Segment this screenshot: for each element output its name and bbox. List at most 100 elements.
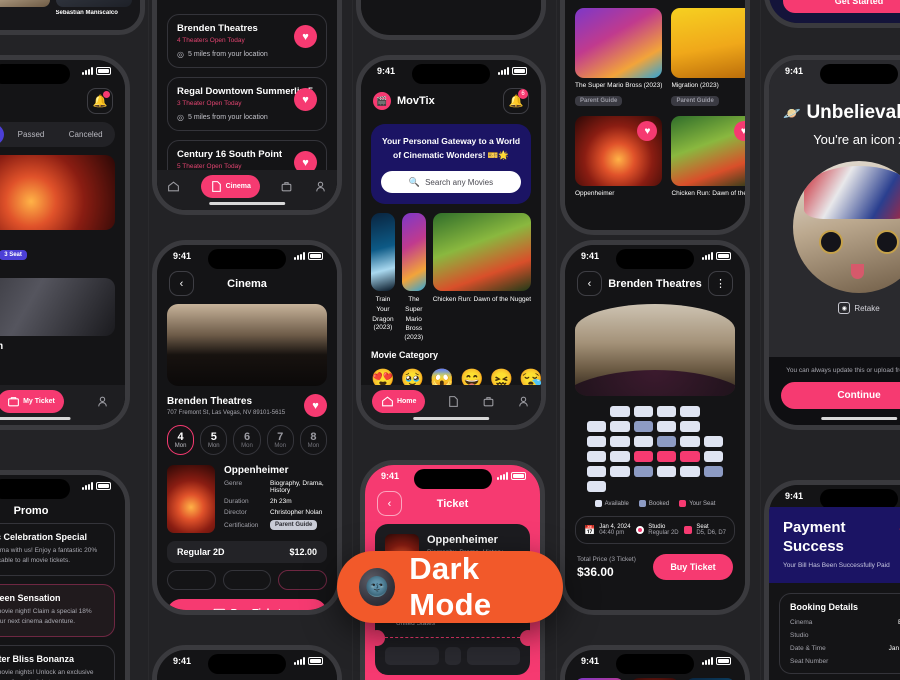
nav-profile[interactable] [96, 395, 109, 408]
seat-map[interactable] [565, 396, 745, 492]
nav-bag[interactable] [482, 395, 495, 408]
seat-available[interactable] [680, 406, 700, 417]
grid-movie-item[interactable]: The Super Mario Bross (2023) Parent Guid… [575, 8, 663, 107]
info-value: D5, D6, D7 [696, 530, 726, 536]
tab-passed[interactable]: Passed [4, 124, 59, 145]
format-row[interactable]: Regular 2D $12.00 [167, 541, 327, 563]
continue-label: Continue [837, 390, 881, 401]
field-value: Christopher Nolan [270, 509, 323, 516]
seat-available[interactable] [587, 421, 607, 432]
movie-item[interactable]: Train Your Dragon (2023) [371, 213, 395, 341]
seat-available[interactable] [680, 466, 700, 477]
seat-selected[interactable] [633, 451, 653, 462]
seat-available[interactable] [680, 421, 700, 432]
seat-available[interactable] [610, 421, 630, 432]
search-input[interactable]: 🔍 Search any Movies [381, 171, 521, 194]
seat-available[interactable] [587, 481, 607, 492]
legend-label: Booked [648, 500, 670, 507]
continue-button[interactable]: Continue [781, 382, 900, 409]
get-started-button[interactable]: Get Started [783, 0, 900, 13]
parent-guide-badge[interactable]: Parent Guide [575, 96, 623, 106]
seat-available[interactable] [587, 436, 607, 447]
seat-available[interactable] [610, 466, 630, 477]
showtime-option[interactable] [222, 570, 272, 590]
parent-guide-badge[interactable]: Parent Guide [671, 96, 719, 106]
info-value: 04:40 pm [599, 530, 625, 536]
notification-button[interactable]: 🔔 [87, 88, 113, 114]
moon-icon: 🌚 [359, 568, 396, 606]
favorite-button[interactable]: ♥ [294, 88, 317, 111]
phone-home: 9:41 🎬 MovTix 🔔 6 Your Personal Gateway … [356, 55, 546, 430]
ticket-tabs[interactable]: Ongoing Passed Canceled [0, 122, 115, 147]
legend-swatch-booked [638, 500, 646, 507]
seat-booked [703, 466, 723, 477]
nav-cinema[interactable] [447, 395, 460, 408]
nav-home[interactable] [167, 180, 180, 193]
date-option[interactable]: 4 Mon [167, 425, 195, 455]
tab-canceled[interactable]: Canceled [58, 124, 113, 145]
seat-available[interactable] [633, 436, 653, 447]
theatre-card[interactable]: Brenden Theatres 4 Theaters Open Today ◎… [167, 14, 327, 68]
seat-available[interactable] [657, 466, 677, 477]
date-selector[interactable]: 4 Mon 5 Mon 6 Mon 7 Mon 8 Mon [157, 417, 337, 455]
parent-guide-badge[interactable]: Parent Guide [270, 520, 318, 530]
nav-profile[interactable] [517, 395, 530, 408]
showtime-option[interactable] [167, 570, 216, 590]
favorite-button[interactable]: ♥ [304, 394, 327, 417]
buy-ticket-button[interactable]: 🎟 Buy Ticket [167, 599, 327, 610]
seat-available[interactable] [703, 451, 723, 462]
grid-movie-item[interactable]: ♥ Oppenheimer [575, 116, 663, 197]
dark-mode-badge[interactable]: 🌚 Dark Mode [337, 551, 563, 623]
seat-available[interactable] [703, 436, 723, 447]
date-day: 8 [310, 431, 317, 443]
page-title: Ticket [436, 497, 469, 510]
date-option[interactable]: 6 Mon [233, 425, 261, 455]
nav-my-ticket[interactable]: My Ticket [0, 389, 64, 413]
seat-available[interactable] [657, 406, 677, 417]
seat-available[interactable] [610, 451, 630, 462]
movie-title: The Super Mario Bross (2023) [575, 82, 663, 89]
promo-card[interactable]: Blockbuster Bliss Bonanza Elevate your m… [0, 644, 115, 680]
nav-bag[interactable] [280, 180, 293, 193]
nav-profile[interactable] [314, 180, 327, 193]
movie-title: The Super Mario Bross [405, 296, 423, 333]
buy-ticket-button[interactable]: Buy Ticket [653, 554, 733, 580]
seat-available[interactable] [680, 436, 700, 447]
status-time: 9:41 [173, 656, 192, 666]
row-label: Studio [790, 631, 809, 639]
seat-available[interactable] [587, 466, 607, 477]
promo-card[interactable]: Cinematic Celebration Special Celebrate … [0, 523, 115, 576]
favorite-button[interactable]: ♥ [294, 25, 317, 48]
seat-selected[interactable] [680, 451, 700, 462]
movie-item[interactable]: The Super Mario Bross (2023) [401, 213, 426, 341]
back-button[interactable]: ‹ [169, 271, 194, 296]
more-options-button[interactable]: ⋮ [708, 271, 733, 296]
grid-movie-item[interactable]: Migration (2023) Parent Guide [671, 8, 745, 107]
nav-cinema[interactable]: Cinema [200, 174, 260, 198]
retake-button[interactable]: ◉ Retake [769, 302, 900, 314]
back-button[interactable]: ‹ [377, 491, 402, 516]
seat-available[interactable] [610, 406, 630, 417]
notification-button[interactable]: 🔔 6 [503, 88, 529, 114]
seat-available[interactable] [587, 451, 607, 462]
theatre-card[interactable]: Regal Downtown Summerlin 5 3 Theater Ope… [167, 77, 327, 131]
date-dow: Mon [241, 443, 253, 449]
movie-item[interactable]: Chicken Run: Dawn of the Nugget [432, 213, 531, 341]
grid-movie-item[interactable]: ♥ Chicken Run: Dawn of the N... [671, 116, 745, 197]
seat-available[interactable] [610, 436, 630, 447]
ticket-card[interactable]: ...heimer 4, 2024 • 19:30 3 Seat ...en T… [0, 155, 115, 270]
date-day: 5 [210, 431, 217, 443]
seat-selected[interactable] [657, 451, 677, 462]
now-showing-list[interactable]: Train Your Dragon (2023) The Super Mario… [361, 204, 541, 341]
back-button[interactable]: ‹ [577, 271, 602, 296]
promo-card[interactable]: Silver Screen Sensation Elevate your mov… [0, 583, 115, 637]
date-option[interactable]: 8 Mon [299, 425, 328, 455]
date-option[interactable]: 7 Mon [266, 425, 294, 455]
seat-available[interactable] [657, 421, 677, 432]
showtime-option[interactable] [278, 570, 328, 590]
ticket-card[interactable]: Of Freedom [0, 278, 115, 352]
theatre-distance: 5 miles from your location [187, 114, 268, 121]
date-option[interactable]: 5 Mon [200, 425, 228, 455]
seat-available[interactable] [633, 406, 653, 417]
nav-home[interactable]: Home [371, 389, 426, 413]
